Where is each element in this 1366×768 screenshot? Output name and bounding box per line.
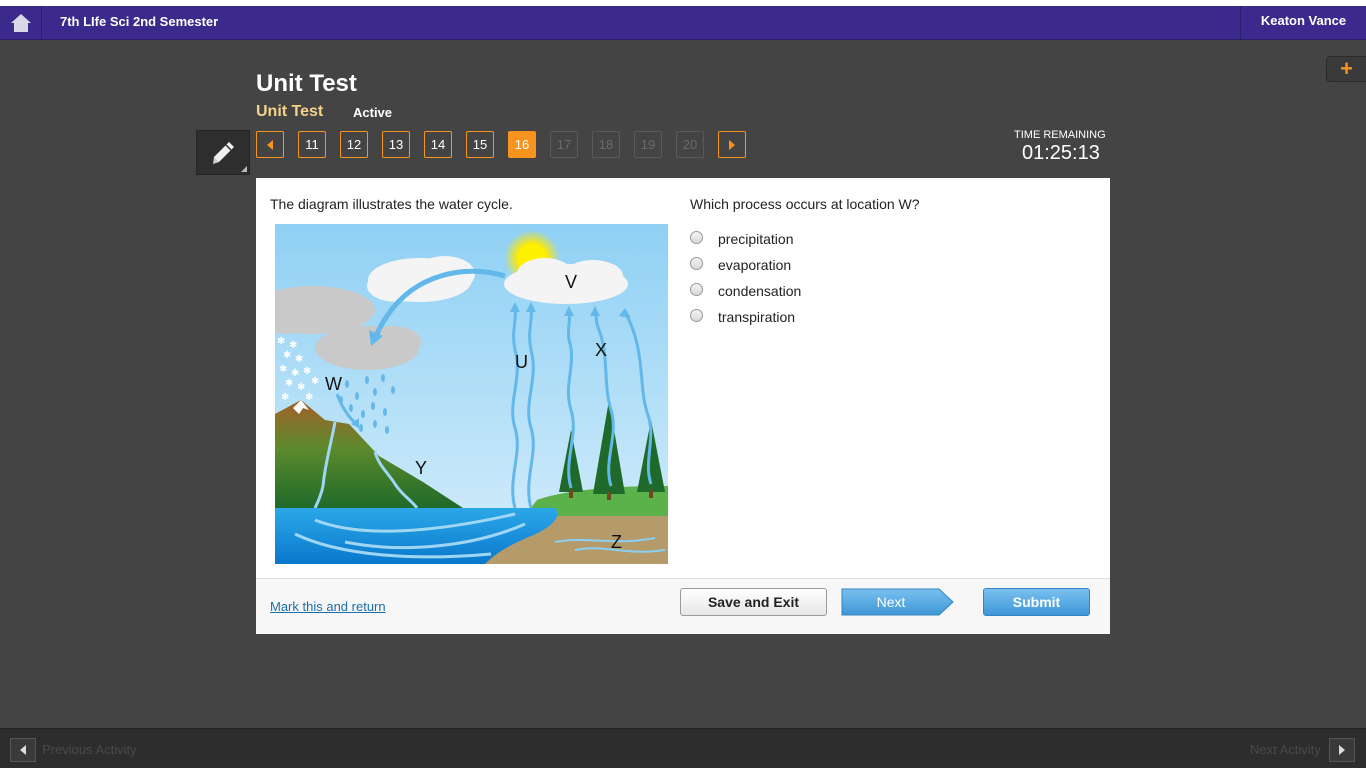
plus-icon: +	[1340, 56, 1353, 81]
next-activity-label: Next Activity	[1250, 742, 1321, 757]
pencil-icon	[213, 141, 234, 164]
question-nav-prev[interactable]	[256, 131, 284, 158]
arrow-left-icon	[20, 745, 26, 755]
radio-button[interactable]	[690, 308, 703, 322]
diagram-label-x: X	[595, 340, 607, 360]
diagram-label-y: Y	[415, 458, 427, 478]
answer-choice-transpiration[interactable]: transpiration	[690, 307, 795, 327]
answer-choice-evaporation[interactable]: evaporation	[690, 255, 791, 275]
activity-nav-bar: Previous Activity Next Activity	[0, 728, 1366, 768]
course-title: 7th LIfe Sci 2nd Semester	[60, 14, 219, 29]
previous-activity-label: Previous Activity	[42, 742, 137, 757]
arrow-right-icon	[1339, 745, 1345, 755]
svg-text:✱: ✱	[311, 376, 319, 387]
question-nav-16[interactable]: 16	[508, 131, 536, 158]
answer-choice-label: precipitation	[718, 231, 794, 247]
radio-button[interactable]	[690, 230, 703, 244]
time-remaining-value: 01:25:13	[1022, 142, 1100, 164]
tool-menu-corner-icon	[241, 166, 247, 172]
answer-choice-precipitation[interactable]: precipitation	[690, 229, 794, 249]
svg-text:✱: ✱	[295, 354, 303, 365]
top-bar: 7th LIfe Sci 2nd Semester Keaton Vance	[0, 6, 1366, 40]
diagram-label-w: W	[325, 374, 342, 394]
question-nav-14[interactable]: 14	[424, 131, 452, 158]
svg-text:✱: ✱	[283, 350, 291, 361]
next-button-label: Next	[876, 594, 906, 610]
status-label: Active	[353, 105, 393, 120]
submit-button[interactable]: Submit	[983, 588, 1090, 616]
question-panel: The diagram illustrates the water cycle.…	[256, 178, 1110, 634]
save-and-exit-button[interactable]: Save and Exit	[680, 588, 827, 616]
home-button[interactable]	[0, 6, 42, 40]
next-button[interactable]: Next	[841, 588, 955, 616]
question-nav-13[interactable]: 13	[382, 131, 410, 158]
diagram-label-u: U	[515, 352, 528, 372]
svg-text:✱: ✱	[305, 392, 313, 403]
page-title: Unit Test	[256, 70, 357, 97]
diagram-label-z: Z	[611, 532, 622, 552]
question-nav-12[interactable]: 12	[340, 131, 368, 158]
next-activity-button[interactable]	[1329, 738, 1355, 762]
user-menu[interactable]: Keaton Vance	[1240, 6, 1366, 40]
pencil-tool-button[interactable]	[196, 130, 250, 175]
radio-button[interactable]	[690, 282, 703, 296]
question-footer: Mark this and return Save and Exit Next …	[256, 578, 1110, 634]
svg-text:✱: ✱	[285, 378, 293, 389]
question-nav-18: 18	[592, 131, 620, 158]
answer-choice-label: evaporation	[718, 257, 792, 273]
answer-choice-condensation[interactable]: condensation	[690, 281, 801, 301]
question-nav-19: 19	[634, 131, 662, 158]
mark-and-return-link[interactable]: Mark this and return	[270, 599, 386, 614]
arrow-right-icon	[729, 139, 735, 150]
svg-text:✱: ✱	[281, 392, 289, 403]
svg-text:✱: ✱	[277, 336, 285, 347]
tools-expand-button[interactable]: +	[1326, 56, 1366, 82]
question-stem-left: The diagram illustrates the water cycle.	[270, 196, 513, 212]
question-prompt: Which process occurs at location W?	[690, 196, 920, 212]
question-nav-next[interactable]	[718, 131, 746, 158]
time-remaining-label: TIME REMAINING	[1014, 129, 1106, 141]
arrow-left-icon	[267, 139, 273, 150]
answer-choice-label: condensation	[718, 283, 802, 299]
activity-subtitle: Unit Test	[256, 103, 324, 120]
answer-choice-label: transpiration	[718, 309, 796, 325]
svg-text:✱: ✱	[279, 364, 287, 375]
diagram-label-v: V	[565, 272, 577, 292]
question-nav-11[interactable]: 11	[298, 131, 326, 158]
water-cycle-diagram: ✱ ✱✱ ✱✱ ✱ ✱✱ ✱ ✱✱ ✱ V U X W Y Z	[275, 224, 668, 564]
question-nav-15[interactable]: 15	[466, 131, 494, 158]
radio-button[interactable]	[690, 256, 703, 270]
previous-activity-button[interactable]	[10, 738, 36, 762]
question-nav-17: 17	[550, 131, 578, 158]
question-nav-20: 20	[676, 131, 704, 158]
home-icon	[10, 14, 31, 32]
